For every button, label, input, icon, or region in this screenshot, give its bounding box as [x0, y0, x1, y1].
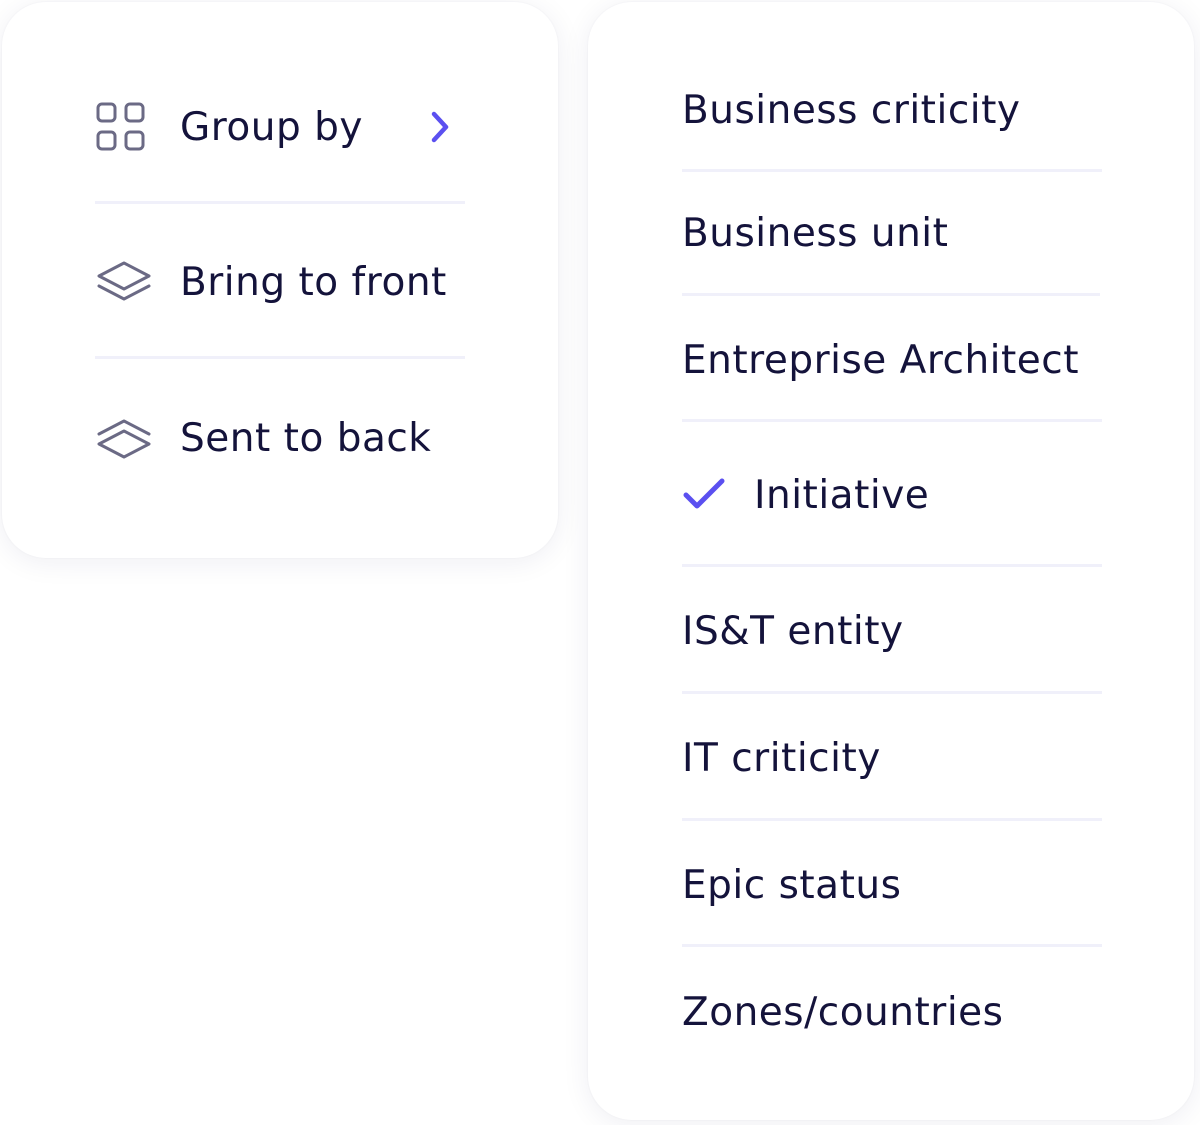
menu-item-bring-to-front[interactable]: Bring to front: [95, 252, 465, 312]
check-icon: [682, 471, 730, 519]
submenu-item-it-criticity[interactable]: IT criticity: [682, 728, 1106, 788]
submenu-item-label: Business unit: [682, 210, 949, 256]
layers-up-icon: [95, 252, 155, 312]
layers-down-icon: [95, 408, 155, 468]
chevron-right-icon: [425, 106, 455, 148]
submenu-item-label: Epic status: [682, 862, 902, 908]
menu-divider: [95, 356, 465, 359]
submenu-item-label: IS&T entity: [682, 608, 904, 654]
menu-item-label: Sent to back: [180, 415, 432, 461]
submenu-item-label: Business criticity: [682, 87, 1021, 133]
submenu-item-zones-countries[interactable]: Zones/countries: [682, 982, 1106, 1042]
menu-item-send-to-back[interactable]: Sent to back: [95, 408, 465, 468]
submenu-divider: [682, 564, 1102, 567]
submenu-divider: [682, 293, 1100, 296]
submenu-item-initiative[interactable]: Initiative: [682, 465, 1106, 525]
submenu-divider: [682, 419, 1102, 422]
submenu-divider: [682, 169, 1102, 172]
menu-item-group-by[interactable]: Group by: [95, 97, 465, 157]
submenu-item-business-unit[interactable]: Business unit: [682, 203, 1106, 263]
submenu-item-entreprise-architect[interactable]: Entreprise Architect: [682, 330, 1106, 390]
submenu-divider: [682, 818, 1102, 821]
grid-icon: [95, 97, 155, 157]
submenu-divider: [682, 691, 1102, 694]
submenu-item-label: Initiative: [754, 472, 930, 518]
submenu-item-label: Zones/countries: [682, 989, 1004, 1035]
context-menu: Group by Bring to front Sent to back: [2, 2, 558, 558]
submenu-divider: [682, 944, 1102, 947]
menu-item-label: Bring to front: [180, 259, 447, 305]
menu-item-label: Group by: [180, 104, 363, 150]
submenu-item-epic-status[interactable]: Epic status: [682, 855, 1106, 915]
submenu-item-ist-entity[interactable]: IS&T entity: [682, 601, 1106, 661]
submenu-item-label: IT criticity: [682, 735, 881, 781]
submenu-item-label: Entreprise Architect: [682, 337, 1080, 383]
group-by-submenu: Business criticity Business unit Entrepr…: [588, 2, 1194, 1120]
submenu-item-business-criticity[interactable]: Business criticity: [682, 80, 1106, 140]
menu-divider: [95, 201, 465, 204]
